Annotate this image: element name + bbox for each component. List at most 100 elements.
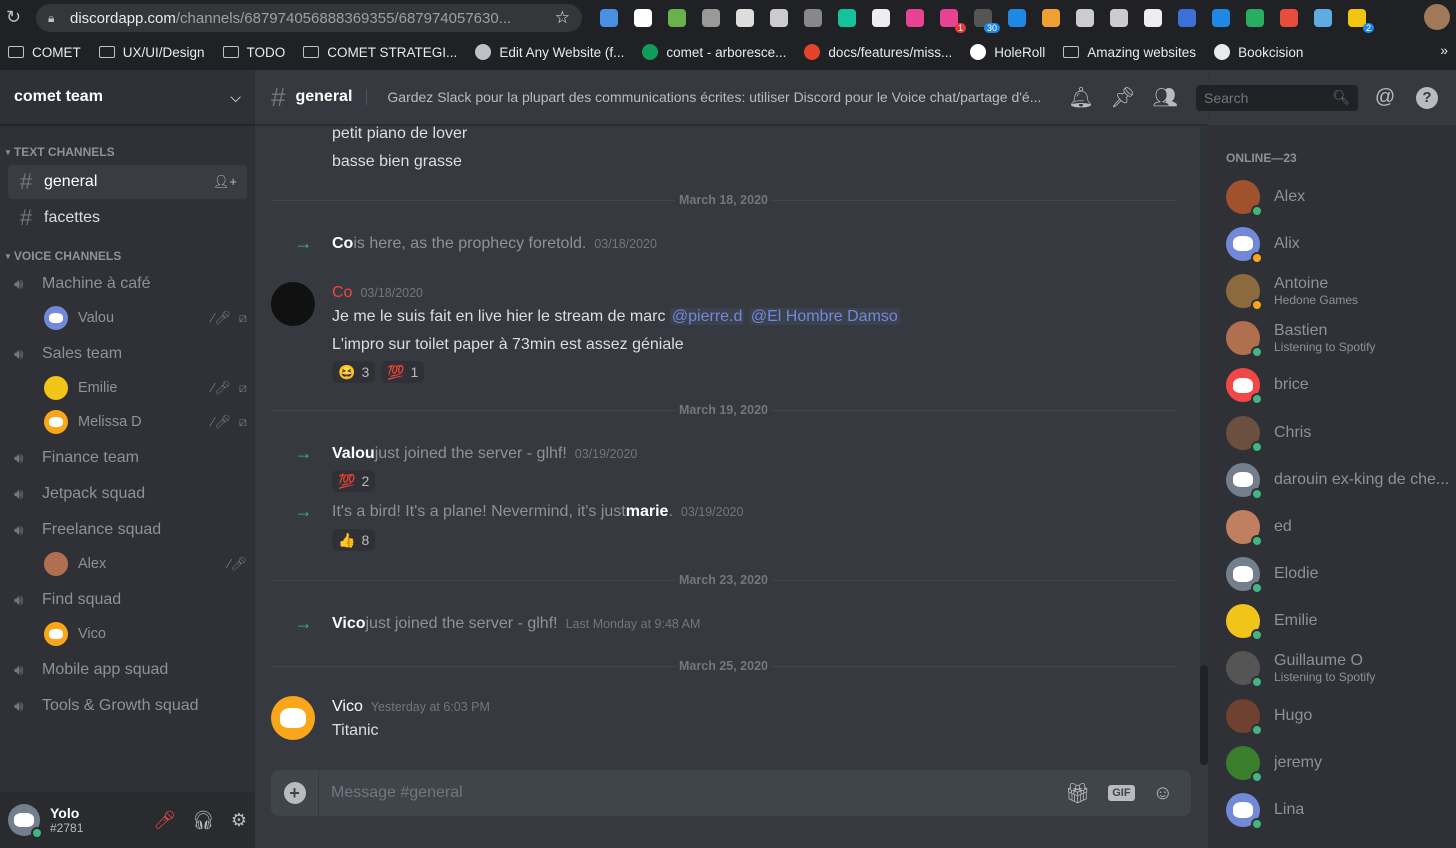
mute-icon[interactable]: 🎤︎ [153, 810, 176, 831]
username[interactable]: Co [332, 235, 353, 253]
pocket-extension-icon[interactable]: 1 [932, 6, 966, 33]
voice-user[interactable]: Emilie ∕🎤︎ ⧄ [44, 371, 247, 405]
voice-channel[interactable]: 🔊︎ Freelance squad [8, 513, 247, 547]
category-text-channels[interactable]: ▼ TEXT CHANNELS [0, 145, 255, 159]
voice-user[interactable]: Melissa D ∕🎤︎ ⧄ [44, 405, 247, 439]
bookmark-item[interactable]: Amazing websites [1063, 45, 1196, 60]
reaction[interactable]: 💯 1 [381, 361, 425, 383]
user-mention[interactable]: @pierre.d [669, 308, 745, 325]
voice-channel[interactable]: 🔊︎ Finance team [8, 441, 247, 475]
author-name[interactable]: Co [332, 284, 352, 302]
username[interactable]: Valou [332, 445, 375, 463]
grammarly-extension-icon[interactable] [830, 6, 864, 30]
scrollbar-thumb[interactable] [1200, 665, 1208, 765]
members-icon[interactable]: 👥︎ [1152, 87, 1177, 109]
download-extension-icon[interactable] [1204, 6, 1238, 30]
bookmark-item[interactable]: TODO [222, 45, 285, 60]
voice-user[interactable]: Valou ∕🎤︎ ⧄ [44, 301, 247, 335]
info-extension-icon[interactable] [796, 6, 830, 30]
reaction[interactable]: 😆 3 [332, 361, 376, 383]
bh-extension-icon[interactable] [1136, 6, 1170, 30]
profile-avatar[interactable] [1424, 4, 1450, 30]
category-voice-channels[interactable]: ▼ VOICE CHANNELS [0, 249, 255, 263]
voice-channel[interactable]: 🔊︎ Sales team [8, 337, 247, 371]
bookmark-item[interactable]: Edit Any Website (f... [475, 44, 624, 60]
layers-extension-icon[interactable] [864, 6, 898, 30]
voice-channel[interactable]: 🔊︎ Machine à café [8, 267, 247, 301]
headphones-icon[interactable]: 🎧︎ [192, 810, 215, 831]
bookmark-item[interactable]: UX/UI/Design [98, 45, 205, 60]
diamond-extension-icon[interactable] [592, 6, 626, 30]
settings-gear-icon[interactable]: ⚙ [231, 810, 247, 831]
bookmark-star-icon[interactable]: ☆ [555, 8, 570, 28]
username[interactable]: marie [626, 503, 669, 521]
pin-icon[interactable]: 📌︎ [1110, 87, 1135, 109]
invite-icon[interactable]: 👤︎+ [213, 174, 237, 190]
upload-button[interactable]: + [271, 770, 319, 816]
username[interactable]: Vico [332, 615, 366, 633]
message-input[interactable] [319, 770, 1065, 816]
mention-icon[interactable]: @ [1374, 86, 1396, 109]
camera-extension-icon[interactable] [762, 6, 796, 30]
url-bar[interactable]: 🔒︎ discordapp.com/channels/6879740568883… [36, 4, 582, 32]
author-avatar[interactable] [271, 696, 315, 740]
member-item[interactable]: Elodie [1208, 551, 1456, 598]
member-item[interactable]: Alex [1208, 173, 1456, 220]
hand-extension-icon[interactable]: 2 [1340, 6, 1374, 33]
reload-icon[interactable]: ↻ [6, 7, 21, 28]
lma-extension-icon[interactable] [728, 6, 762, 30]
bookmark-item[interactable]: COMET STRATEGI... [303, 45, 457, 60]
reaction[interactable]: 👍 8 [332, 529, 376, 551]
help-icon[interactable]: ? [1416, 86, 1438, 109]
instapaper-extension-icon[interactable] [626, 6, 660, 30]
member-item[interactable]: Lina [1208, 786, 1456, 833]
author-name[interactable]: Vico [332, 698, 363, 716]
gif-icon[interactable]: GIF [1108, 785, 1135, 801]
voice-channel[interactable]: 🔊︎ Jetpack squad [8, 477, 247, 511]
calendar-extension-icon[interactable] [1170, 6, 1204, 30]
guild-header[interactable]: comet team ⌵ [0, 70, 255, 125]
shield-extension-icon[interactable] [1238, 6, 1272, 30]
member-item[interactable]: Guillaume O Listening to Spotify [1208, 645, 1456, 692]
member-item[interactable]: Alix [1208, 220, 1456, 267]
voice-channel[interactable]: 🔊︎ Mobile app squad [8, 653, 247, 687]
more-bookmarks-icon[interactable]: » [1440, 42, 1448, 58]
member-item[interactable]: Chris [1208, 409, 1456, 456]
user-avatar[interactable] [8, 804, 43, 839]
member-item[interactable]: darouin ex-king de che... [1208, 456, 1456, 503]
fire-extension-icon[interactable] [1272, 6, 1306, 30]
notification-extension-icon[interactable]: 30 [966, 6, 1000, 33]
scrollbar[interactable] [1200, 125, 1208, 765]
channel-topic[interactable]: Gardez Slack pour la plupart des communi… [366, 89, 1046, 105]
bookmark-item[interactable]: HoleRoll [970, 44, 1045, 60]
member-item[interactable]: Bastien Listening to Spotify [1208, 315, 1456, 362]
voice-channel[interactable]: 🔊︎ Tools & Growth squad [8, 689, 247, 723]
box-extension-icon[interactable] [1034, 6, 1068, 30]
reaction[interactable]: 💯 2 [332, 470, 376, 492]
member-item[interactable]: brice [1208, 362, 1456, 409]
channel-facettes[interactable]: # facettes [8, 201, 247, 235]
voice-user[interactable]: Vico [44, 617, 247, 651]
chevron-down-icon[interactable]: ⌵ [230, 89, 241, 106]
member-item[interactable]: Emilie [1208, 598, 1456, 645]
voice-user[interactable]: Alex ∕🎤︎ [44, 547, 247, 581]
user-mention[interactable]: @El Hombre Damso [748, 308, 900, 325]
message-list[interactable]: petit piano de lover basse bien grasse M… [271, 125, 1176, 765]
gift-icon[interactable]: 🎁︎ [1065, 781, 1090, 806]
member-item[interactable]: ed [1208, 503, 1456, 550]
w-extension-icon[interactable] [1068, 6, 1102, 30]
search-box[interactable]: Search 🔍︎ [1196, 84, 1358, 111]
fx-extension-icon[interactable] [694, 6, 728, 30]
bookmark-item[interactable]: docs/features/miss... [804, 44, 952, 60]
emoji-icon[interactable]: ☺ [1153, 782, 1173, 805]
member-item[interactable]: Hugo [1208, 692, 1456, 739]
voice-channel[interactable]: 🔊︎ Find squad [8, 583, 247, 617]
bookmark-item[interactable]: COMET [8, 45, 81, 60]
bell-icon[interactable]: 🔔︎ [1068, 87, 1093, 109]
link-extension-icon[interactable] [1102, 6, 1136, 30]
bookmark-item[interactable]: Bookcision [1214, 44, 1303, 60]
channel-general[interactable]: # general 👤︎+ [8, 165, 247, 199]
apple-extension-icon[interactable] [660, 6, 694, 30]
lh-extension-icon[interactable] [1000, 6, 1034, 30]
author-avatar[interactable] [271, 282, 315, 326]
